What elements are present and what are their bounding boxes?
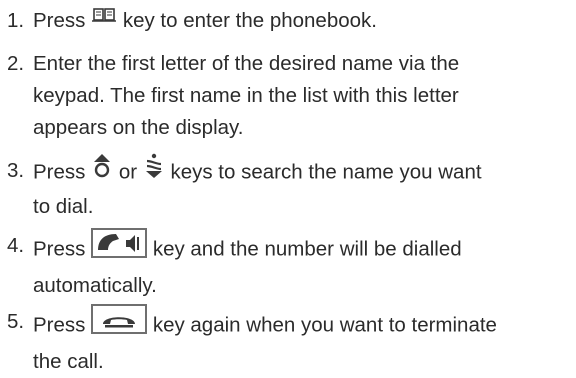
step-number: 2. [7, 52, 25, 75]
step-number: 3. [7, 159, 25, 182]
step-text: Press [33, 237, 86, 261]
list-item: 1. Press key to enter the phonebook. [7, 5, 572, 38]
step-number: 5. [7, 310, 25, 333]
step-text: the call. [33, 350, 104, 373]
step-text: Press [33, 160, 86, 184]
step-text: appears on the display. [33, 116, 244, 139]
call-key-icon [91, 228, 148, 268]
step-number: 4. [7, 234, 25, 257]
step-text: or [118, 160, 138, 184]
scroll-down-icon [143, 153, 165, 189]
step-text: Enter the first letter of the desired na… [33, 52, 460, 75]
step-text: keypad. The first name in the list with … [33, 84, 459, 107]
step-text: keys to search the name you want [170, 160, 482, 184]
step-text: Press [33, 9, 86, 32]
step-text: key and the number will be dialled [152, 237, 462, 261]
step-text: to dial. [33, 195, 94, 218]
list-item: 5. Press key again when you want to term… [7, 304, 572, 378]
phonebook-icon [91, 4, 117, 36]
list-item: 2. Enter the first letter of the desired… [7, 48, 572, 144]
step-text: key to enter the phonebook. [122, 9, 377, 32]
step-text: automatically. [33, 274, 157, 297]
instruction-list: 1. Press key to enter the phonebook. 2. … [0, 0, 576, 373]
list-item: 3. Press or keys to search the name you … [7, 153, 572, 223]
step-text: key again when you want to terminate [152, 313, 497, 337]
step-text: Press [33, 313, 86, 337]
step-number: 1. [7, 9, 25, 32]
scroll-up-icon [91, 153, 113, 189]
end-call-key-icon [91, 304, 148, 344]
list-item: 4. Press key and the number will be dial… [7, 228, 572, 302]
